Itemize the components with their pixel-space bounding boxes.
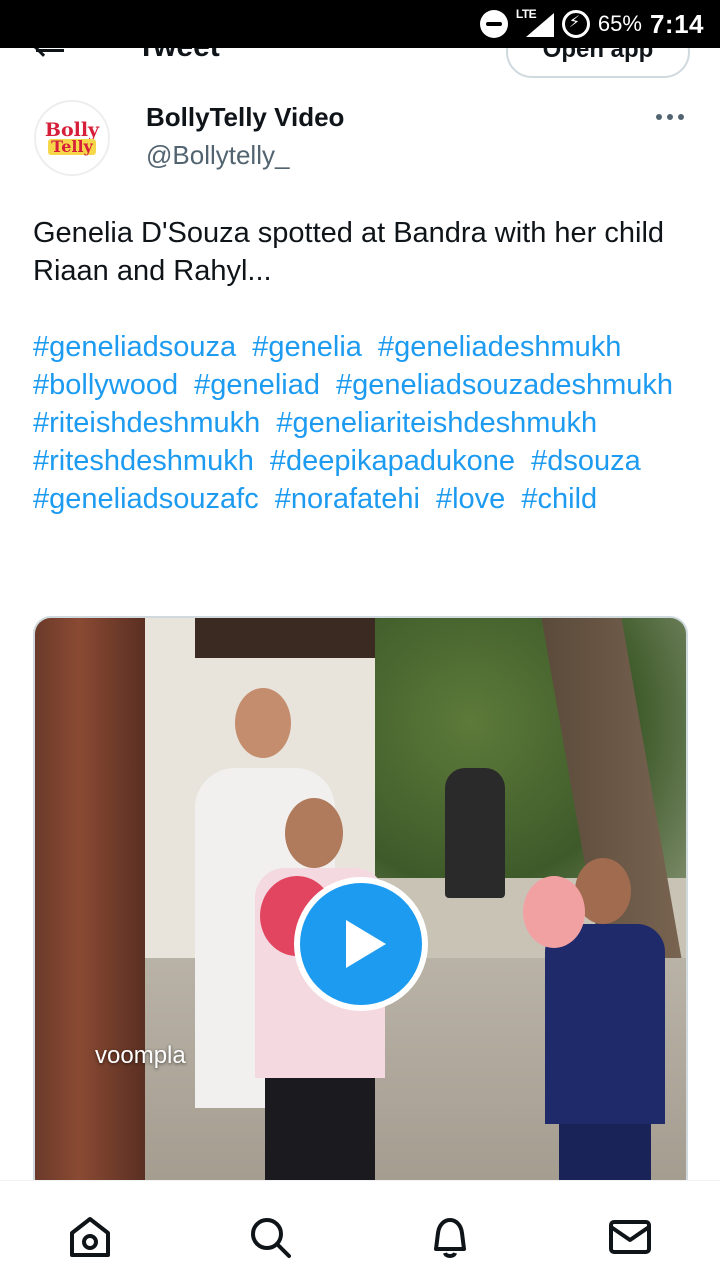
hashtag-link[interactable]: #geneliadeshmukh [378, 331, 621, 363]
home-icon[interactable] [66, 1213, 114, 1261]
author-name[interactable]: BollyTelly Video [146, 102, 344, 133]
hashtag-link[interactable]: #geneliad [194, 369, 320, 401]
hashtag-link[interactable]: #geneliadsouzafc [33, 483, 259, 515]
page-title: Tweet [137, 48, 220, 64]
hashtag-link[interactable]: #geneliadsouzadeshmukh [336, 369, 673, 401]
do-not-disturb-icon [479, 10, 508, 38]
hashtag-link[interactable]: #geneliariteishdeshmukh [276, 407, 597, 439]
status-bar: LTE 65% 7:14 [0, 0, 720, 48]
avatar-logo-text-2: Telly [48, 139, 96, 155]
hashtag-link[interactable]: #deepikapadukone [270, 445, 515, 477]
battery-level: 65% [597, 11, 642, 36]
hashtag-link[interactable]: #dsouza [531, 445, 641, 477]
more-options-icon[interactable] [656, 114, 684, 122]
avatar[interactable]: Bolly Telly [34, 100, 110, 176]
hashtag-link[interactable]: #geneliadsouza [33, 331, 236, 363]
hashtag-link[interactable]: #riteishdeshmukh [33, 407, 260, 439]
hashtag-link[interactable]: #love [436, 483, 505, 515]
tweet-text: Genelia D'Souza spotted at Bandra with h… [33, 217, 665, 287]
hashtag-link[interactable]: #norafatehi [275, 483, 420, 515]
open-app-button[interactable]: Open app [506, 48, 690, 78]
hashtag-list: #geneliadsouza #genelia #geneliadeshmukh… [33, 328, 693, 518]
play-icon [346, 920, 386, 968]
search-icon[interactable] [246, 1213, 294, 1261]
status-icons: LTE 65% 7:14 [479, 6, 704, 42]
battery-saver-icon [561, 10, 590, 38]
envelope-icon[interactable] [606, 1213, 654, 1261]
play-button[interactable] [294, 877, 428, 1011]
clock: 7:14 [649, 8, 704, 39]
hashtag-link[interactable]: #genelia [252, 331, 362, 363]
hashtag-link[interactable]: #bollywood [33, 369, 178, 401]
author-handle[interactable]: @Bollytelly_ [146, 140, 289, 171]
video-player[interactable]: voompla [33, 616, 688, 1196]
top-header: Tweet Open app [0, 48, 720, 88]
signal-icon: LTE [516, 7, 554, 39]
hashtag-link[interactable]: #child [521, 483, 597, 515]
bell-icon[interactable] [426, 1213, 474, 1261]
bottom-nav [0, 1180, 720, 1280]
back-arrow-icon[interactable] [33, 48, 66, 60]
video-watermark: voompla [95, 1042, 186, 1069]
hashtag-link[interactable]: #riteshdeshmukh [33, 445, 254, 477]
